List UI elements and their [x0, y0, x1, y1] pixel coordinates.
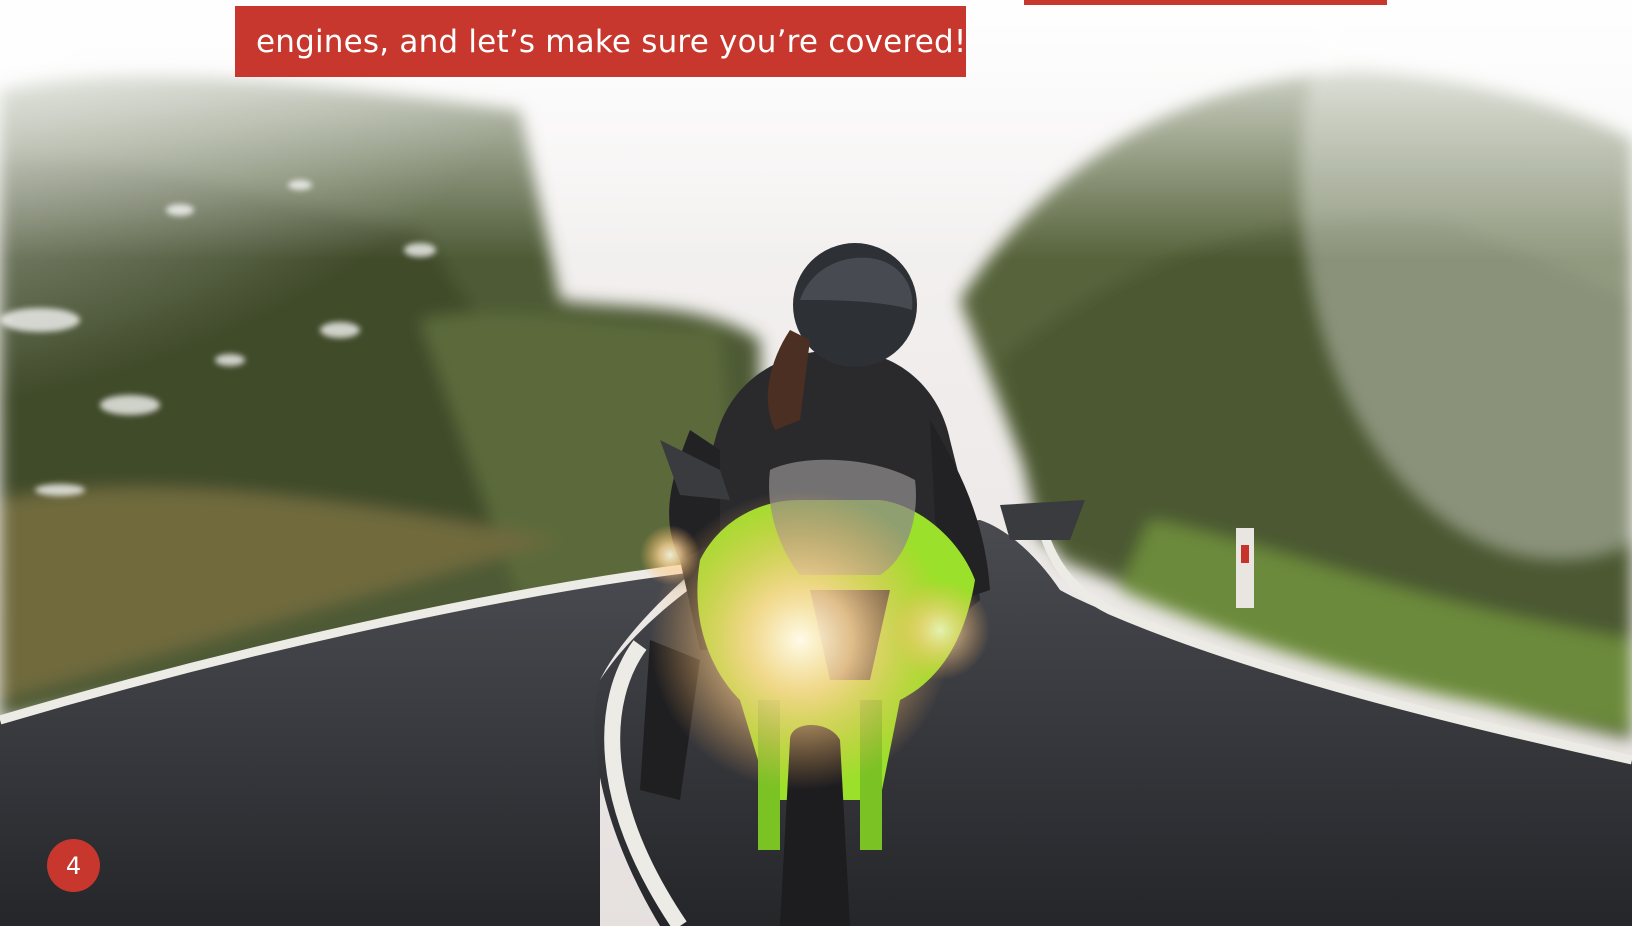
page-number: 4 — [65, 851, 82, 880]
top-accent-bar — [1024, 0, 1387, 5]
caption-text: engines, and let’s make sure you’re cove… — [256, 23, 967, 60]
page-number-badge: 4 — [47, 839, 100, 892]
motorcycle-photo — [0, 0, 1632, 926]
slide: engines, and let’s make sure you’re cove… — [0, 0, 1632, 926]
caption-banner: engines, and let’s make sure you’re cove… — [235, 6, 966, 77]
